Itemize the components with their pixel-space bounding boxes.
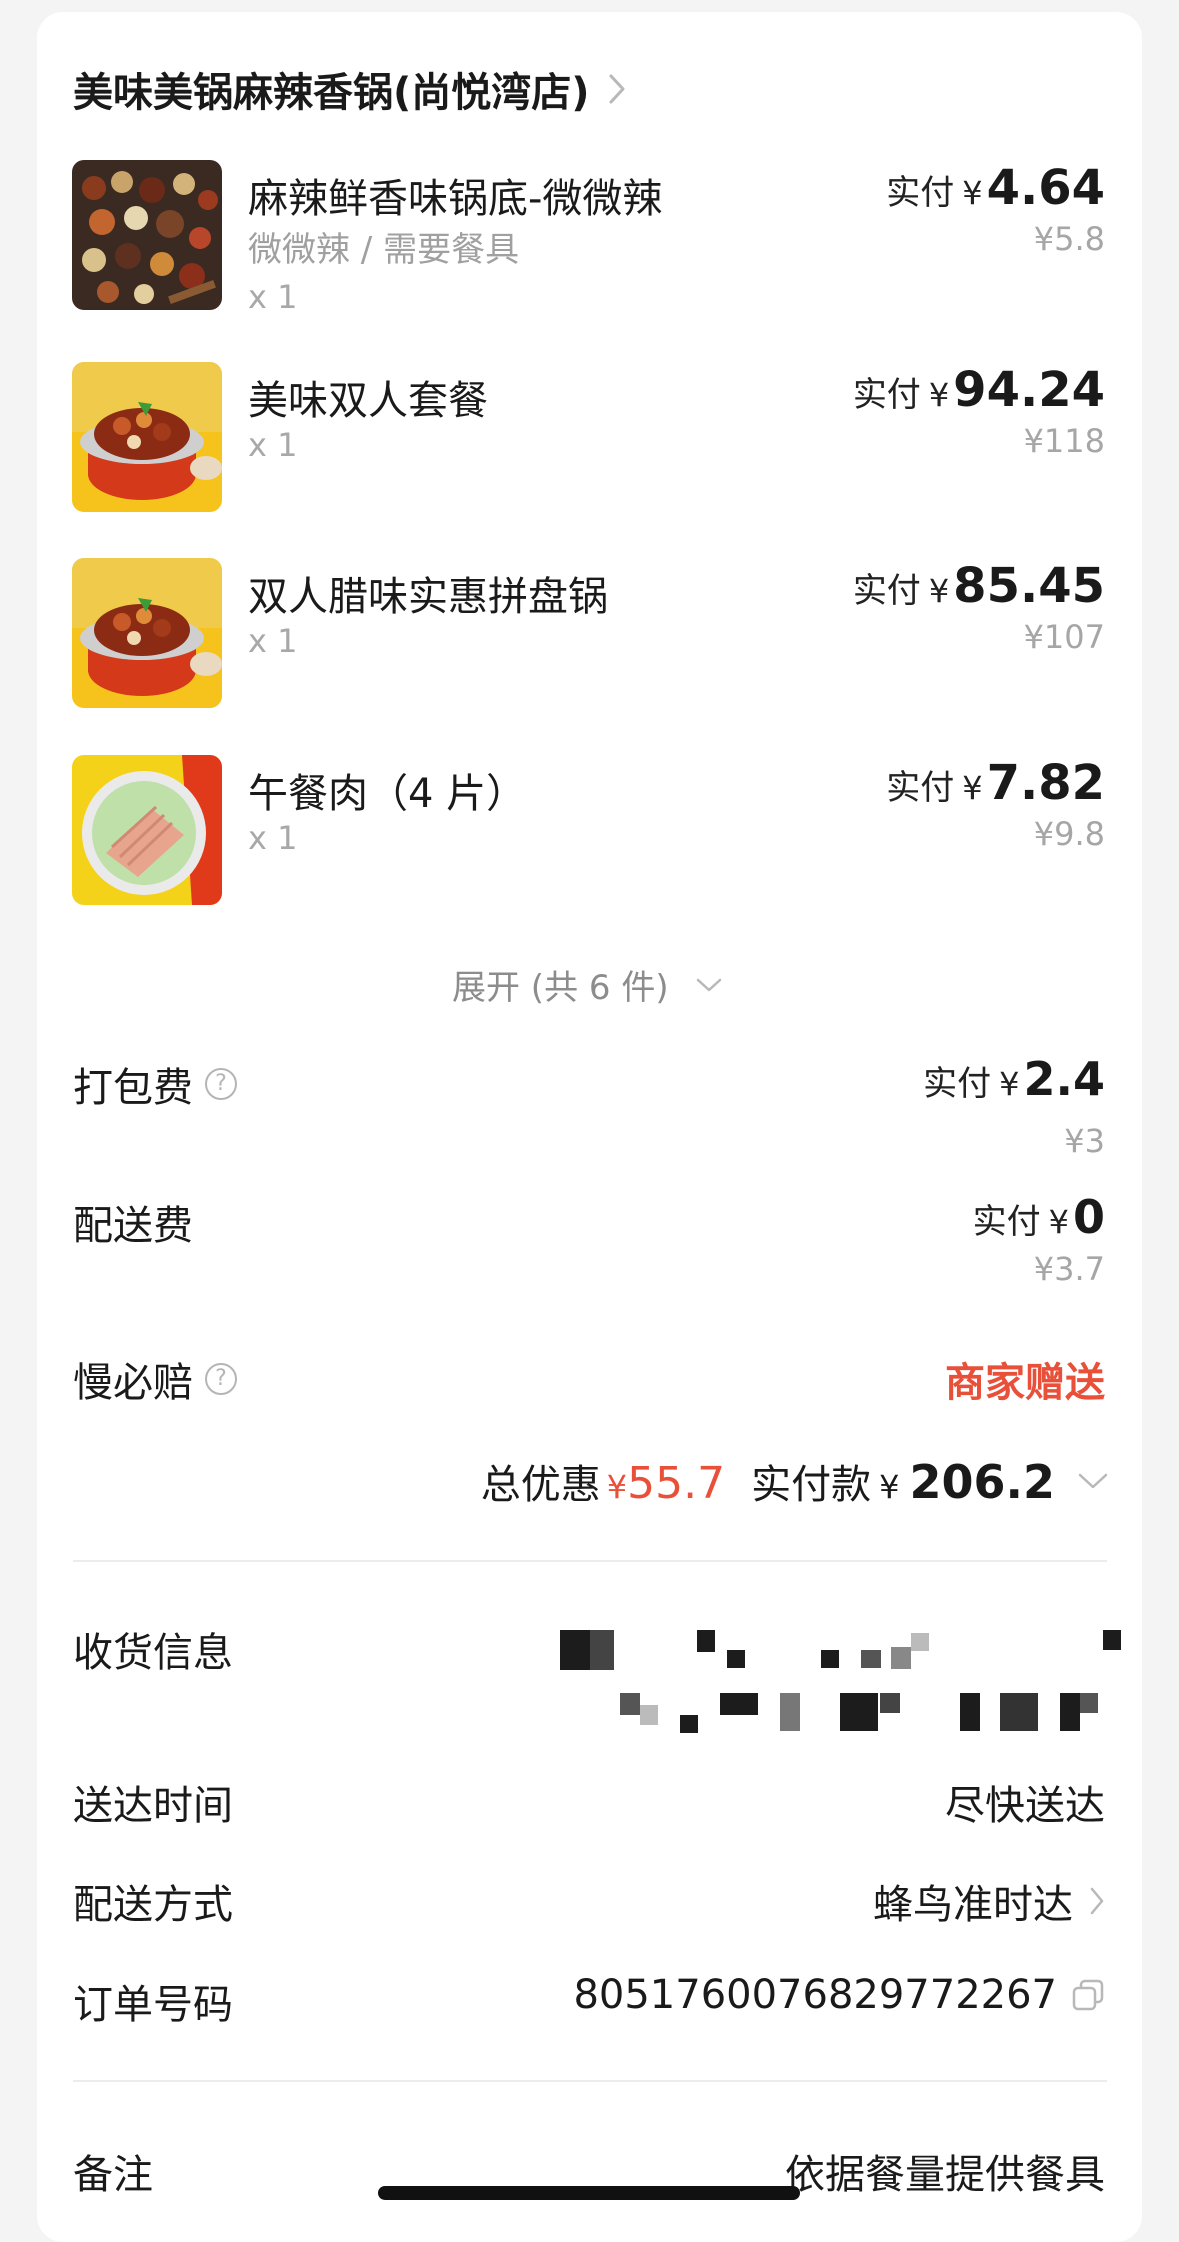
home-indicator[interactable] — [378, 2186, 800, 2200]
chevron-right-icon — [609, 74, 625, 104]
delivery-fee-original: ¥3.7 — [1033, 1250, 1105, 1288]
paid-label: 实付 — [886, 768, 955, 808]
paid-label: 实付 — [923, 1064, 992, 1104]
item-paid-price: 实付 ¥ 4.64 — [886, 160, 1105, 216]
delivery-fee-label: 配送费 — [73, 1193, 193, 1251]
item-name: 麻辣鲜香味锅底-微微辣 — [248, 176, 663, 222]
currency-symbol: ¥ — [999, 1065, 1020, 1103]
delivery-method-link[interactable]: 蜂鸟准时达 — [873, 1872, 1105, 1930]
chevron-down-icon — [696, 978, 721, 991]
paid-label: 实付 — [972, 1202, 1041, 1242]
help-icon[interactable]: ? — [205, 1363, 237, 1395]
currency-symbol: ¥ — [879, 1468, 900, 1506]
paid-label: 实付 — [852, 375, 921, 415]
hotpot-icon — [72, 558, 222, 708]
original-price: ¥118 — [1023, 422, 1105, 460]
item-quantity: x 1 — [248, 426, 298, 464]
total-paid-label: 实付款 — [751, 1462, 872, 1508]
delivery-time-value: 尽快送达 — [945, 1783, 1105, 1829]
item-spec: 微微辣 / 需要餐具 — [248, 230, 520, 270]
divider — [73, 1560, 1107, 1562]
delivery-method-label: 配送方式 — [73, 1882, 233, 1928]
original-price: ¥5.8 — [1033, 220, 1105, 258]
paid-amount: 0 — [1072, 1190, 1105, 1244]
item-paid-price: 实付 ¥ 85.45 — [853, 558, 1105, 614]
paid-amount: 7.82 — [986, 755, 1105, 811]
currency-symbol: ¥ — [928, 376, 950, 414]
total-paid-amount: 206.2 — [909, 1455, 1055, 1509]
item-paid-price: 实付 ¥ 7.82 — [886, 755, 1105, 811]
paid-label: 实付 — [852, 571, 921, 611]
copy-icon[interactable] — [1071, 1978, 1105, 2012]
late-compensation-text: 慢必赔 — [73, 1360, 193, 1406]
order-item[interactable]: 麻辣鲜香味锅底-微微辣 微微辣 / 需要餐具 x 1 实付 ¥ 4.64 ¥5.… — [0, 160, 1179, 316]
expand-items-button[interactable]: 展开 (共 6 件) — [452, 960, 723, 1009]
order-number-label: 订单号码 — [73, 1982, 233, 2028]
paid-amount: 85.45 — [953, 558, 1105, 614]
paid-amount: 4.64 — [986, 160, 1105, 216]
help-icon[interactable]: ? — [205, 1068, 237, 1100]
total-discount-amount: 55.7 — [627, 1458, 726, 1509]
item-name: 午餐肉（4 片） — [248, 771, 527, 817]
packing-fee-original: ¥3 — [1064, 1122, 1105, 1160]
currency-symbol: ¥ — [962, 769, 983, 807]
order-number-value: 8051760076829772267 — [573, 1972, 1057, 2018]
currency-symbol: ¥ — [1048, 1203, 1069, 1241]
delivery-fee-paid: 实付 ¥ 0 — [973, 1190, 1105, 1244]
packing-fee-paid: 实付 ¥ 2.4 — [923, 1052, 1105, 1106]
late-compensation-label: 慢必赔 ? — [73, 1350, 237, 1408]
shop-name: 美味美锅麻辣香锅(尚悦湾店) — [73, 70, 590, 116]
original-price: ¥107 — [1023, 618, 1105, 656]
currency-symbol: ¥ — [962, 174, 983, 212]
paid-amount: 2.4 — [1023, 1052, 1106, 1106]
item-quantity: x 1 — [248, 278, 298, 316]
item-paid-price: 实付 ¥ 94.24 — [853, 362, 1105, 418]
currency-symbol: ¥ — [928, 572, 950, 610]
item-quantity: x 1 — [248, 819, 298, 857]
paid-label: 实付 — [886, 173, 955, 213]
order-item[interactable]: 美味双人套餐 x 1 实付 ¥ 94.24 ¥118 — [0, 362, 1179, 512]
order-number-row: 8051760076829772267 — [573, 1972, 1105, 2018]
remark-label: 备注 — [73, 2152, 153, 2198]
item-quantity: x 1 — [248, 622, 298, 660]
delivery-fee-text: 配送费 — [73, 1203, 193, 1249]
receiver-info-redacted — [555, 1625, 1125, 1735]
total-discount-label: 总优惠 — [480, 1462, 601, 1508]
original-price: ¥9.8 — [1033, 815, 1105, 853]
paid-amount: 94.24 — [953, 362, 1105, 418]
hotpot-icon — [72, 362, 222, 512]
currency-symbol: ¥ — [606, 1468, 628, 1506]
item-name: 双人腊味实惠拼盘锅 — [248, 574, 608, 620]
order-item[interactable]: 午餐肉（4 片） x 1 实付 ¥ 7.82 ¥9.8 — [0, 755, 1179, 905]
receiver-info-label: 收货信息 — [73, 1630, 233, 1676]
shop-name-link[interactable]: 美味美锅麻辣香锅(尚悦湾店) — [73, 60, 626, 118]
spices-icon — [72, 160, 222, 310]
remark-value: 依据餐量提供餐具 — [785, 2152, 1105, 2198]
luncheon-meat-icon — [72, 755, 222, 905]
divider — [73, 2080, 1107, 2082]
delivery-method-value: 蜂鸟准时达 — [873, 1882, 1073, 1928]
merchant-gift-badge: 商家赠送 — [945, 1360, 1105, 1406]
order-item[interactable]: 双人腊味实惠拼盘锅 x 1 实付 ¥ 85.45 ¥107 — [0, 558, 1179, 708]
order-total-summary[interactable]: 总优惠 ¥ 55.7 实付款 ¥ 206.2 — [481, 1452, 1109, 1510]
chevron-down-icon — [1078, 1473, 1108, 1489]
packing-fee-label: 打包费 ? — [73, 1055, 237, 1113]
item-name: 美味双人套餐 — [248, 378, 488, 424]
expand-label: 展开 (共 6 件) — [452, 968, 669, 1008]
delivery-time-label: 送达时间 — [73, 1783, 233, 1829]
packing-fee-text: 打包费 — [73, 1065, 193, 1111]
chevron-right-icon — [1090, 1887, 1104, 1915]
